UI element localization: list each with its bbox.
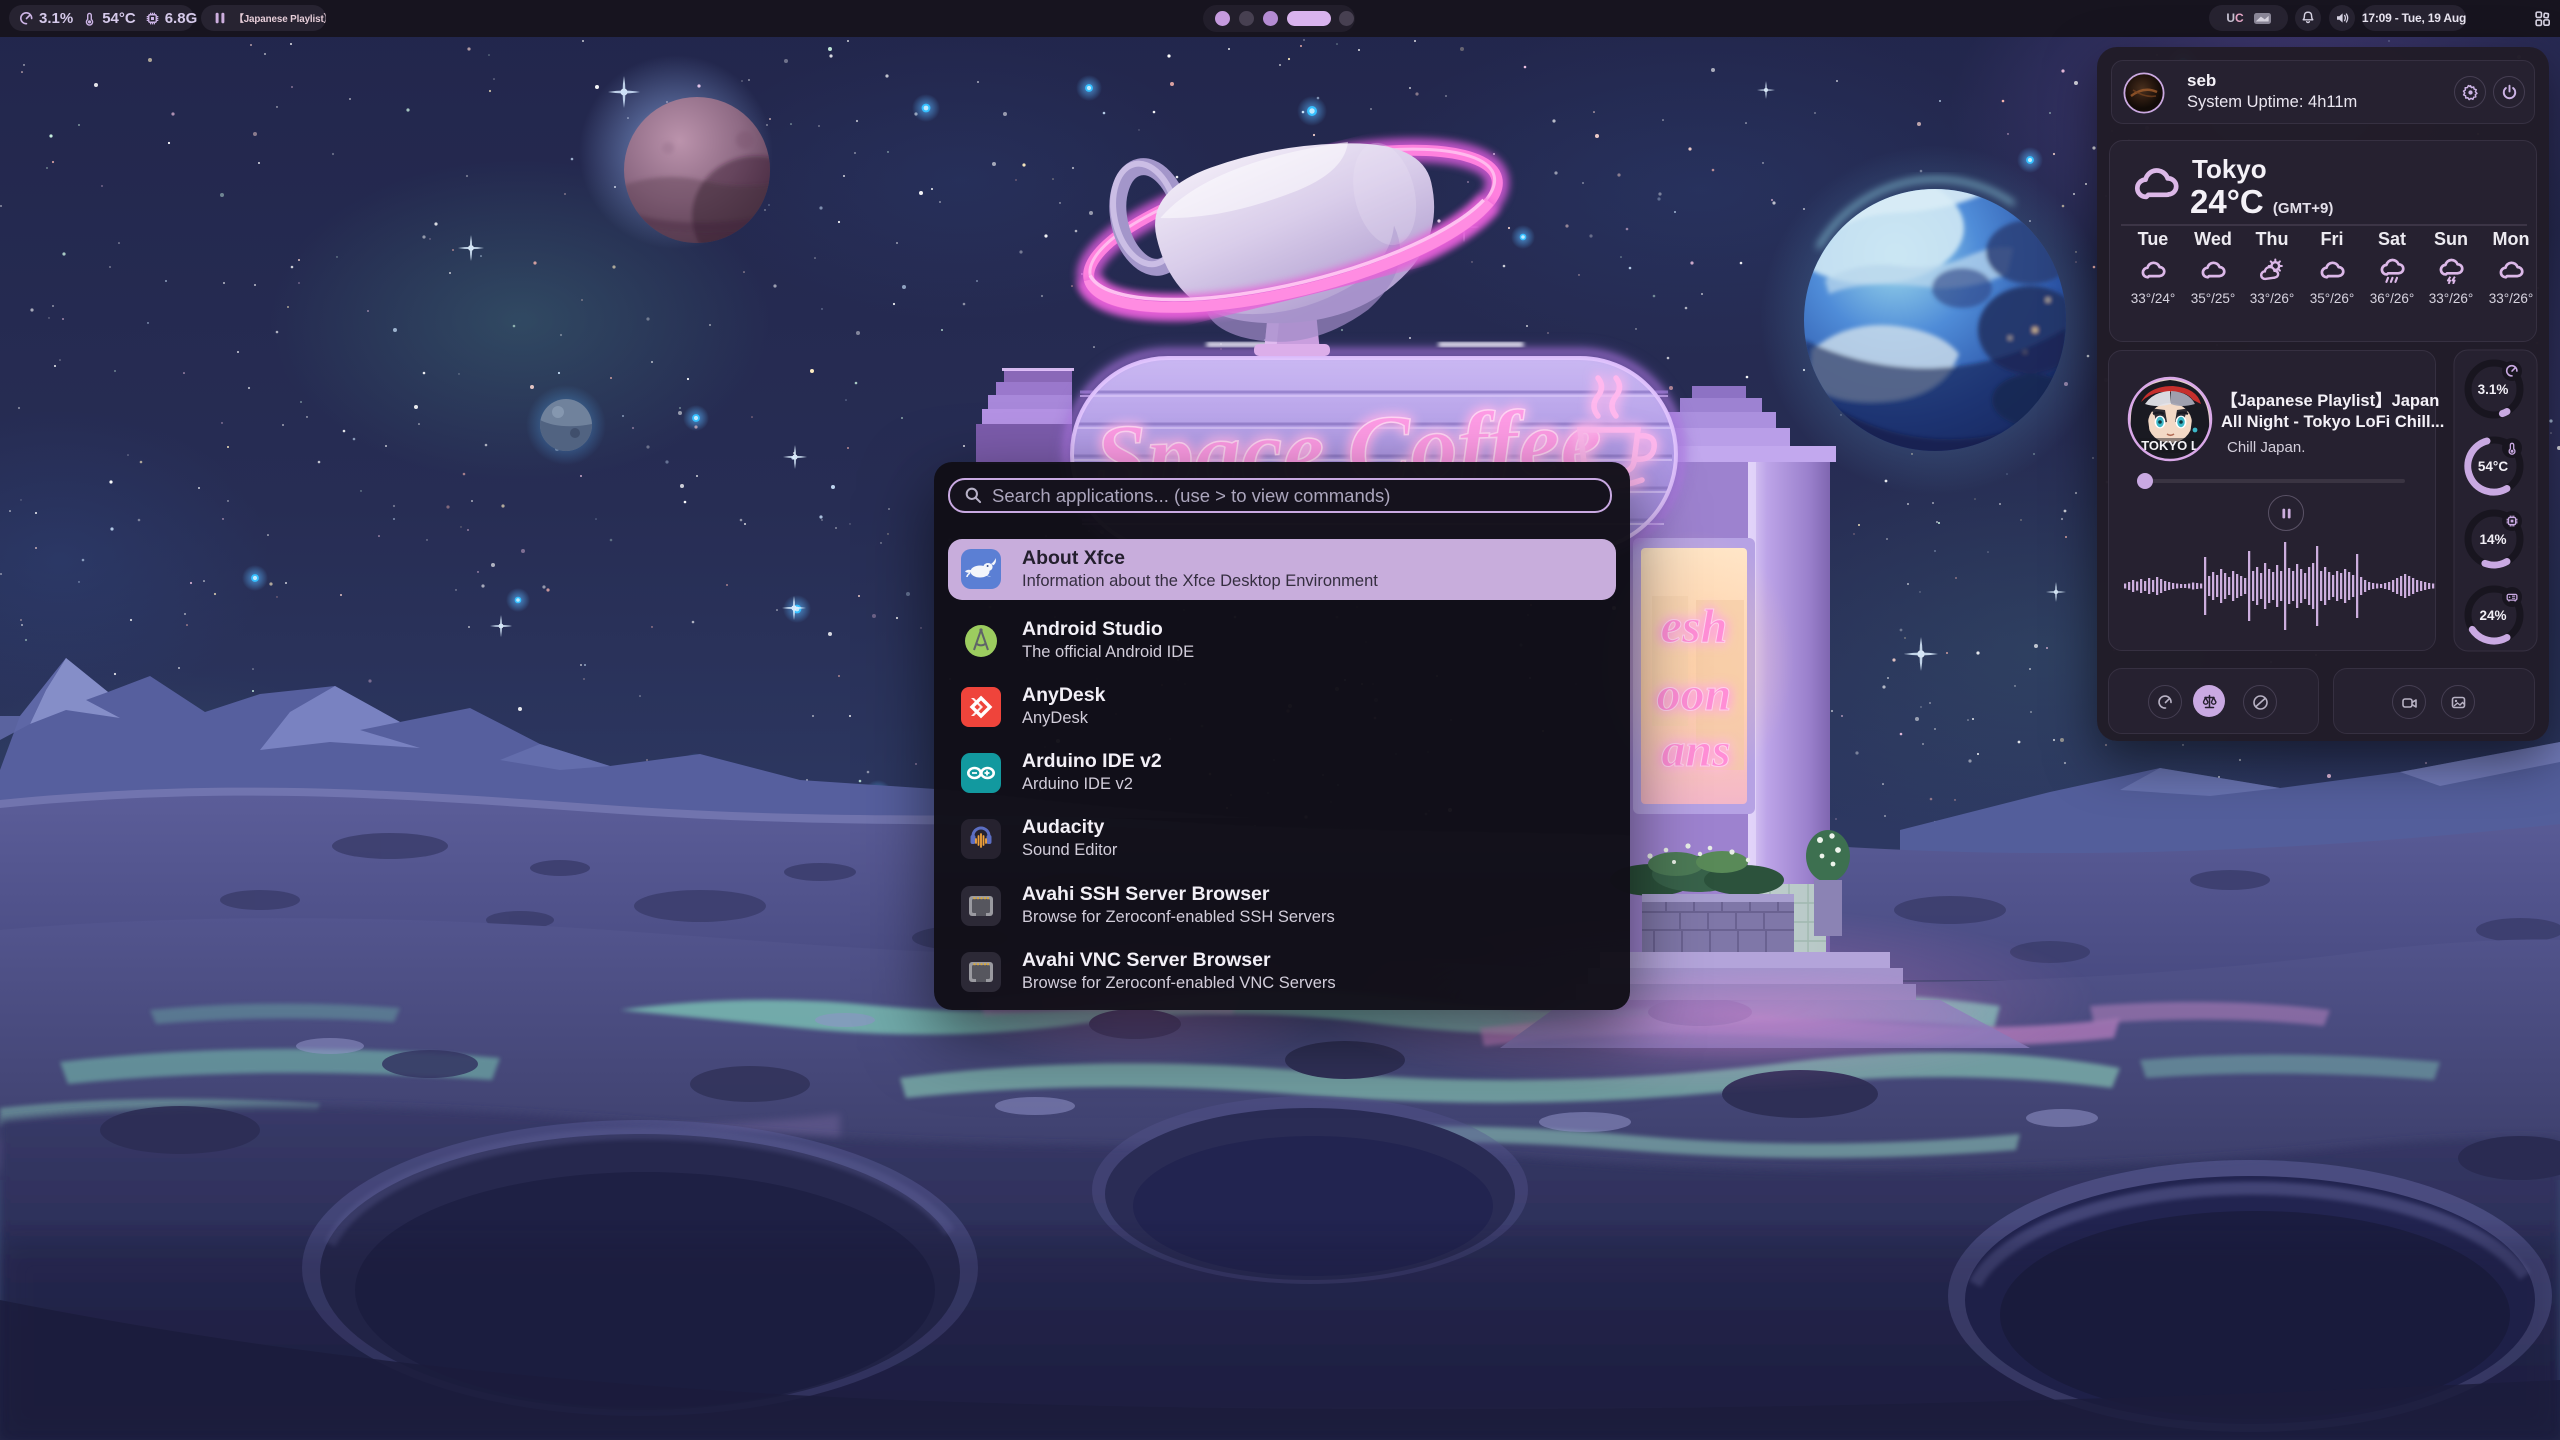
svg-text:24%: 24% bbox=[2479, 608, 2506, 623]
svg-text:ans: ans bbox=[1661, 724, 1730, 777]
svg-text:14%: 14% bbox=[2479, 532, 2506, 547]
svg-text:esh: esh bbox=[1661, 600, 1728, 653]
svg-text:54°C: 54°C bbox=[2478, 459, 2508, 474]
svg-text:TOKYO L: TOKYO L bbox=[2141, 438, 2199, 453]
svg-text:oon: oon bbox=[1657, 668, 1732, 721]
svg-text:3.1%: 3.1% bbox=[2478, 382, 2509, 397]
